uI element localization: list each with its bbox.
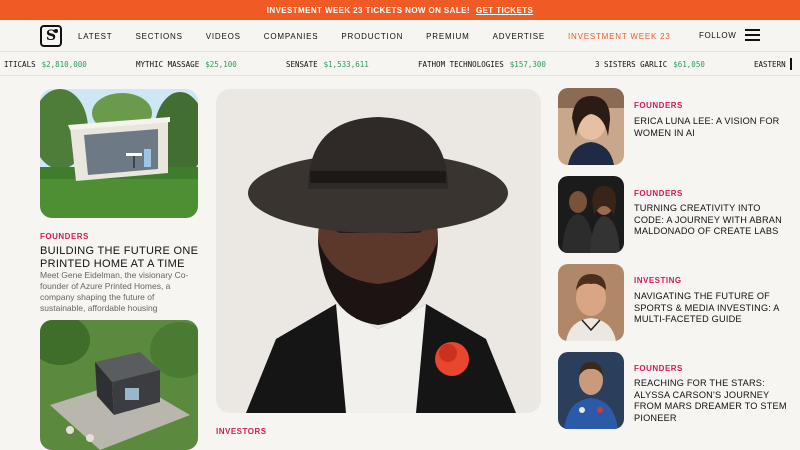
ticker-company: ITICALS (4, 60, 36, 69)
right-article-4-category[interactable]: FOUNDERS (634, 364, 683, 373)
nav-sections[interactable]: SECTIONS (135, 32, 182, 41)
nav-latest[interactable]: LATEST (78, 32, 112, 41)
ticker-item[interactable]: EASTERN (754, 60, 786, 69)
nav-advertise[interactable]: ADVERTISE (493, 32, 545, 41)
printed-home-image[interactable] (40, 89, 198, 218)
right-article-3-category[interactable]: INVESTING (634, 276, 682, 285)
ticker-amount: $61,050 (673, 60, 705, 69)
portrait-thumbnail-1 (558, 88, 624, 165)
left-article-summary: Meet Gene Eidelman, the visionary Co-fou… (40, 270, 189, 313)
nav-companies[interactable]: COMPANIES (264, 32, 319, 41)
ticker-amount: $157,300 (509, 60, 546, 69)
nav-production[interactable]: PRODUCTION (341, 32, 403, 41)
ticker-item[interactable]: ITICALS $2,810,000 (4, 60, 87, 69)
left-article-headline[interactable]: BUILDING THE FUTURE ONE PRINTED HOME AT … (40, 245, 200, 271)
right-article-1-category[interactable]: FOUNDERS (634, 101, 683, 110)
ticker-company: SENSATE (286, 60, 318, 69)
promo-text: INVESTMENT WEEK 23 TICKETS NOW ON SALE! (266, 5, 470, 15)
aerial-home-image[interactable] (40, 320, 198, 450)
left-article-category[interactable]: FOUNDERS (40, 232, 89, 241)
ticker-company: FATHOM TECHNOLOGIES (418, 60, 504, 69)
alyssa-carson-thumbnail[interactable] (558, 352, 624, 429)
ticker-item[interactable]: 3 SISTERS GARLIC $61,050 (595, 60, 705, 69)
center-article-category[interactable]: INVESTORS (216, 427, 267, 436)
portrait-thumbnail-4 (558, 352, 624, 429)
erica-luna-lee-thumbnail[interactable] (558, 88, 624, 165)
logo-dot (54, 29, 58, 33)
main-nav: S LATEST SECTIONS VIDEOS COMPANIES PRODU… (0, 20, 800, 52)
ticker-company: EASTERN (754, 60, 786, 69)
right-article-2-category[interactable]: FOUNDERS (634, 189, 683, 198)
hero-portrait-illustration (216, 89, 541, 413)
nav-videos[interactable]: VIDEOS (206, 32, 241, 41)
abran-maldonado-thumbnail[interactable] (558, 176, 624, 253)
promo-banner: INVESTMENT WEEK 23 TICKETS NOW ON SALE! … (0, 0, 800, 20)
ticker-amount: $2,810,000 (41, 60, 87, 69)
right-article-1-headline[interactable]: ERICA LUNA LEE: A VISION FOR WOMEN IN AI (634, 116, 789, 139)
portrait-thumbnail-2 (558, 176, 624, 253)
right-article-3-headline[interactable]: NAVIGATING THE FUTURE OF SPORTS & MEDIA … (634, 291, 789, 326)
ticker-company: 3 SISTERS GARLIC (595, 60, 668, 69)
portrait-thumbnail-3 (558, 264, 624, 341)
ticker-item[interactable]: FATHOM TECHNOLOGIES $157,300 (418, 60, 546, 69)
hero-portrait-image[interactable] (216, 89, 541, 413)
ticker-amount: $25,100 (205, 60, 237, 69)
nav-items: LATEST SECTIONS VIDEOS COMPANIES PRODUCT… (78, 20, 694, 52)
printed-home-illustration (40, 89, 198, 218)
get-tickets-link[interactable]: GET TICKETS (476, 6, 533, 15)
right-article-2-headline[interactable]: TURNING CREATIVITY INTO CODE: A JOURNEY … (634, 203, 789, 238)
aerial-home-illustration (40, 320, 198, 450)
ticker-item[interactable]: SENSATE $1,533,611 (286, 60, 369, 69)
ticker-item[interactable]: MYTHIC MASSAGE $25,100 (136, 60, 237, 69)
sports-media-investing-thumbnail[interactable] (558, 264, 624, 341)
right-article-4-headline[interactable]: REACHING FOR THE STARS: ALYSSA CARSON'S … (634, 378, 789, 424)
funding-ticker: ITICALS $2,810,000 MYTHIC MASSAGE $25,100 … (0, 52, 800, 76)
ticker-company: MYTHIC MASSAGE (136, 60, 200, 69)
ticker-amount: $1,533,611 (323, 60, 369, 69)
nav-premium[interactable]: PREMIUM (426, 32, 469, 41)
nav-investment-week[interactable]: INVESTMENT WEEK 23 (568, 32, 671, 41)
site-logo[interactable]: S (40, 25, 62, 47)
hamburger-menu-icon[interactable] (745, 29, 760, 41)
ticker-scroll-handle[interactable] (790, 58, 792, 70)
follow-button[interactable]: FOLLOW (699, 31, 736, 40)
